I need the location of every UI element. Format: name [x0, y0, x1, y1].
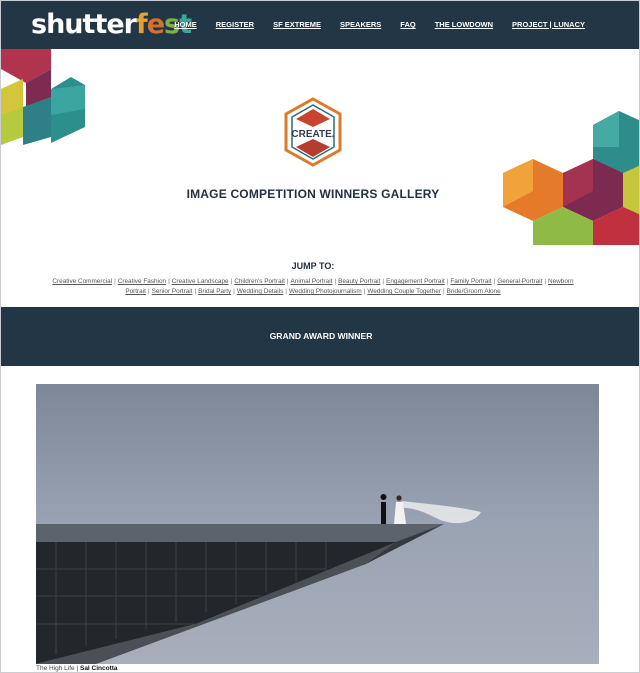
- link-separator: |: [443, 288, 445, 295]
- link-separator: |: [233, 288, 235, 295]
- jump-link[interactable]: General Portrait: [497, 278, 542, 285]
- photo-title: The High Life: [36, 665, 75, 672]
- jump-link[interactable]: Creative Fashion: [118, 278, 166, 285]
- create-badge-text: CREATE.: [291, 129, 334, 140]
- nav-home[interactable]: HOME: [174, 20, 197, 29]
- top-navigation-bar: shutterfest HOME REGISTER SF EXTREME SPE…: [1, 1, 639, 49]
- link-separator: |: [493, 278, 496, 285]
- link-separator: |: [544, 278, 547, 285]
- page-frame: shutterfest HOME REGISTER SF EXTREME SPE…: [0, 0, 640, 673]
- jump-link[interactable]: Bridal Party: [198, 288, 231, 295]
- jump-link[interactable]: Creative Commercial: [52, 278, 112, 285]
- link-separator: |: [334, 278, 337, 285]
- create-badge-icon: CREATE.: [284, 97, 342, 167]
- link-separator: |: [194, 288, 197, 295]
- link-separator: |: [147, 288, 150, 295]
- link-separator: |: [363, 288, 366, 295]
- nav-project-lunacy[interactable]: PROJECT | LUNACY: [512, 20, 585, 29]
- nav-the-lowdown[interactable]: THE LOWDOWN: [435, 20, 493, 29]
- jump-link[interactable]: Wedding Photojournalism: [289, 288, 362, 295]
- photo-author: Sal Cincotta: [79, 665, 118, 672]
- nav-sf-extreme[interactable]: SF EXTREME: [273, 20, 321, 29]
- jump-link[interactable]: Children's Portrait: [234, 278, 285, 285]
- jump-link[interactable]: Family Portrait: [450, 278, 491, 285]
- jump-link[interactable]: Wedding Couple Together: [367, 288, 441, 295]
- jump-link[interactable]: Engagement Portrait: [386, 278, 445, 285]
- jump-link[interactable]: Senior Portrait: [152, 288, 193, 295]
- jump-link[interactable]: Creative Landscape: [172, 278, 229, 285]
- link-separator: |: [382, 278, 385, 285]
- grand-award-title: GRAND AWARD WINNER: [269, 331, 373, 341]
- logo-part-shutter: shutter: [31, 9, 137, 40]
- link-separator: |: [285, 288, 287, 295]
- link-separator: |: [446, 278, 449, 285]
- link-separator: |: [168, 278, 170, 285]
- link-separator: |: [230, 278, 233, 285]
- hex-decoration-right: [503, 111, 639, 245]
- jump-link[interactable]: Animal Portrait: [291, 278, 333, 285]
- nav-speakers[interactable]: SPEAKERS: [340, 20, 381, 29]
- winning-photo[interactable]: [36, 384, 599, 664]
- hex-decoration-left: [1, 49, 85, 145]
- jump-to-title: JUMP TO:: [291, 261, 335, 271]
- photo-caption: The High Life | Sal Cincotta: [36, 665, 118, 672]
- jump-to-links: Creative Commercial | Creative Fashion | Cre…: [31, 277, 595, 297]
- jump-link[interactable]: Beauty Portrait: [338, 278, 380, 285]
- jump-link[interactable]: Wedding Details: [237, 288, 283, 295]
- jump-link[interactable]: Bride/Groom Alone: [447, 288, 501, 295]
- link-separator: |: [286, 278, 289, 285]
- gallery-title: IMAGE COMPETITION WINNERS GALLERY: [186, 187, 440, 201]
- grand-award-band: GRAND AWARD WINNER: [1, 307, 639, 366]
- nav-register[interactable]: REGISTER: [216, 20, 254, 29]
- nav-faq[interactable]: FAQ: [400, 20, 415, 29]
- main-nav: HOME REGISTER SF EXTREME SPEAKERS FAQ TH…: [155, 20, 585, 29]
- link-separator: |: [114, 278, 116, 285]
